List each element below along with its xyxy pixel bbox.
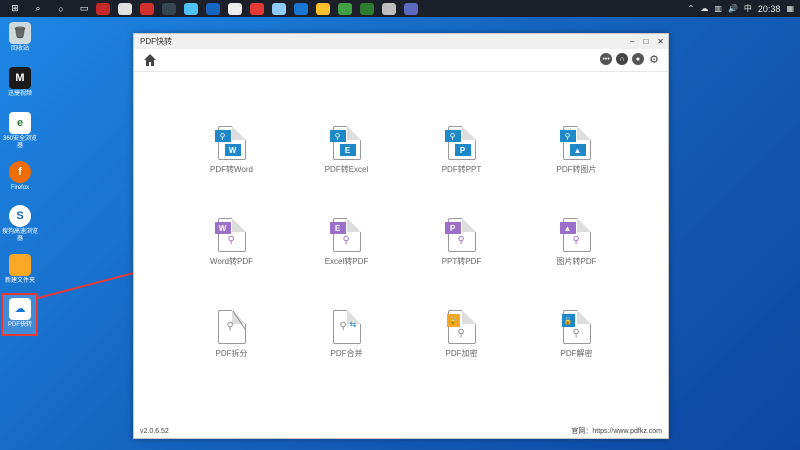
title-bar[interactable]: PDF快转 – □ ✕ bbox=[134, 34, 668, 49]
tile-label: Word转PDF bbox=[210, 257, 253, 266]
image-to-pdf-icon: ▲ ⚲ bbox=[559, 218, 591, 252]
taskbar-app-icon[interactable] bbox=[184, 2, 198, 15]
tile-label: PPT转PDF bbox=[441, 257, 482, 266]
recycle-bin-icon: 🗑 bbox=[9, 22, 31, 44]
pdf-merge-icon: ⚲ ⇆ bbox=[332, 310, 361, 344]
tile-pdf-to-ppt[interactable]: ⚲ P PDF转PPT bbox=[404, 126, 519, 218]
desktop-icon-label: 迅捷视频 bbox=[7, 91, 32, 97]
tile-pdf-to-image[interactable]: ⚲ ▲ PDF转图片 bbox=[519, 126, 634, 218]
cortana-icon[interactable]: ○ bbox=[53, 2, 69, 16]
minimize-button[interactable]: – bbox=[630, 37, 634, 46]
website-link[interactable]: 官网：https://www.pdfkz.com bbox=[571, 426, 662, 436]
taskbar-app-icon[interactable] bbox=[382, 2, 396, 15]
home-icon[interactable] bbox=[143, 53, 157, 67]
input-language[interactable]: 中 bbox=[744, 3, 752, 14]
pdfkz-app-icon: ☁ bbox=[9, 298, 31, 320]
tile-label: PDF转Excel bbox=[324, 165, 369, 174]
task-view-icon[interactable]: ▭ bbox=[76, 2, 92, 16]
headset-icon[interactable]: ∩ bbox=[616, 53, 628, 65]
sogou-icon: S bbox=[9, 205, 31, 227]
tile-label: 图片转PDF bbox=[556, 257, 597, 266]
tile-excel-to-pdf[interactable]: E ⚲ Excel转PDF bbox=[289, 218, 404, 310]
windows-start-icon[interactable]: ⊞ bbox=[7, 2, 23, 16]
clock[interactable]: 20:38 bbox=[758, 4, 781, 14]
pdf-to-word-icon: ⚲ W bbox=[214, 126, 246, 160]
notification-icon[interactable]: ▦ bbox=[786, 4, 794, 13]
taskbar-app-icon[interactable] bbox=[228, 2, 242, 15]
tile-label: PDF转PPT bbox=[441, 165, 482, 174]
tile-image-to-pdf[interactable]: ▲ ⚲ 图片转PDF bbox=[519, 218, 634, 310]
maximize-button[interactable]: □ bbox=[643, 37, 648, 46]
taskbar-app-icon[interactable] bbox=[206, 2, 220, 15]
taskbar-app-icon[interactable] bbox=[96, 2, 110, 15]
tile-pdf-to-word[interactable]: ⚲ W PDF转Word bbox=[174, 126, 289, 218]
tile-pdf-encrypt[interactable]: 🔒 ⚲ PDF加密 bbox=[404, 310, 519, 402]
firefox-icon: f bbox=[9, 161, 31, 183]
search-icon[interactable]: ⌕ bbox=[30, 2, 46, 16]
desktop-icon-label: Firefox bbox=[10, 185, 30, 191]
pdfkz-window: PDF快转 – □ ✕ ••• ∩ ● ⚙ ⚲ W PDF转Word ⚲ E P… bbox=[133, 33, 669, 439]
volume-icon[interactable]: 🔊 bbox=[728, 4, 738, 13]
desktop-icon-firefox[interactable]: f Firefox bbox=[2, 161, 38, 192]
taskbar-app-icon[interactable] bbox=[272, 2, 286, 15]
system-tray: ⌃ ☁ ▥ 🔊 中 20:38 ▦ bbox=[688, 0, 794, 17]
taskbar-app-icon[interactable] bbox=[140, 2, 154, 15]
tile-pdf-merge[interactable]: ⚲ ⇆ PDF合并 bbox=[289, 310, 404, 402]
desktop-icon-label: 回收站 bbox=[10, 46, 29, 52]
user-icon[interactable]: ● bbox=[632, 53, 644, 65]
pdf-to-ppt-icon: ⚲ P bbox=[444, 126, 476, 160]
pdf-split-icon: ⚲ bbox=[217, 310, 246, 344]
taskbar: ⊞ ⌕ ○ ▭ ⌃ ☁ ▥ 🔊 中 20:38 ▦ bbox=[0, 0, 800, 17]
tile-label: Excel转PDF bbox=[324, 257, 369, 266]
pdf-encrypt-icon: 🔒 ⚲ bbox=[446, 310, 476, 344]
ppt-to-pdf-icon: P ⚲ bbox=[444, 218, 476, 252]
tile-label: PDF转Word bbox=[210, 165, 253, 174]
taskbar-app-icon[interactable] bbox=[338, 2, 352, 15]
word-to-pdf-icon: W ⚲ bbox=[214, 218, 246, 252]
video-app-icon: M bbox=[9, 67, 31, 89]
desktop-icon-sogou[interactable]: S 搜狗高速浏览器 bbox=[2, 205, 38, 243]
tile-label: PDF合并 bbox=[330, 349, 363, 358]
cloud-icon[interactable]: ☁ bbox=[700, 4, 708, 13]
taskbar-app-icon[interactable] bbox=[316, 2, 330, 15]
browser-icon: e bbox=[9, 112, 31, 134]
chat-icon[interactable]: ••• bbox=[600, 53, 612, 65]
close-button[interactable]: ✕ bbox=[657, 37, 664, 46]
excel-to-pdf-icon: E ⚲ bbox=[329, 218, 361, 252]
tile-label: PDF加密 bbox=[445, 349, 478, 358]
gear-icon[interactable]: ⚙ bbox=[648, 53, 660, 66]
pdf-to-excel-icon: ⚲ E bbox=[329, 126, 361, 160]
taskbar-app-icon[interactable] bbox=[250, 2, 264, 15]
tile-pdf-to-excel[interactable]: ⚲ E PDF转Excel bbox=[289, 126, 404, 218]
tile-word-to-pdf[interactable]: W ⚲ Word转PDF bbox=[174, 218, 289, 310]
taskbar-app-icon[interactable] bbox=[404, 2, 418, 15]
toolbar: ••• ∩ ● ⚙ bbox=[134, 49, 668, 72]
taskbar-app-icon[interactable] bbox=[118, 2, 132, 15]
taskbar-app-icon[interactable] bbox=[162, 2, 176, 15]
window-title: PDF快转 bbox=[140, 37, 172, 46]
desktop-icon-recycle-bin[interactable]: 🗑 回收站 bbox=[2, 22, 38, 53]
network-icon[interactable]: ▥ bbox=[714, 4, 722, 13]
status-bar: v2.0.6.52 官网：https://www.pdfkz.com bbox=[134, 424, 668, 438]
taskbar-app-icon[interactable] bbox=[360, 2, 374, 15]
tile-label: PDF转图片 bbox=[556, 165, 597, 174]
desktop-icon-360-browser[interactable]: e 360安全浏览器 bbox=[2, 112, 38, 150]
tool-grid: ⚲ W PDF转Word ⚲ E PDF转Excel ⚲ P PDF转PPT ⚲… bbox=[174, 126, 634, 366]
desktop-icon-video[interactable]: M 迅捷视频 bbox=[2, 67, 38, 98]
tile-label: PDF解密 bbox=[560, 349, 593, 358]
tile-pdf-decrypt[interactable]: 🔓 ⚲ PDF解密 bbox=[519, 310, 634, 402]
desktop-icon-label: PDF快转 bbox=[7, 322, 32, 328]
tile-label: PDF拆分 bbox=[215, 349, 248, 358]
version-label: v2.0.6.52 bbox=[140, 427, 169, 435]
tile-ppt-to-pdf[interactable]: P ⚲ PPT转PDF bbox=[404, 218, 519, 310]
tile-pdf-split[interactable]: ⚲ PDF拆分 bbox=[174, 310, 289, 402]
desktop-icon-label: 360安全浏览器 bbox=[2, 136, 37, 149]
taskbar-app-icon[interactable] bbox=[294, 2, 308, 15]
folder-icon bbox=[9, 254, 31, 276]
pdf-decrypt-icon: 🔓 ⚲ bbox=[561, 310, 591, 344]
pdf-to-image-icon: ⚲ ▲ bbox=[559, 126, 591, 160]
chevron-up-icon[interactable]: ⌃ bbox=[688, 4, 695, 13]
